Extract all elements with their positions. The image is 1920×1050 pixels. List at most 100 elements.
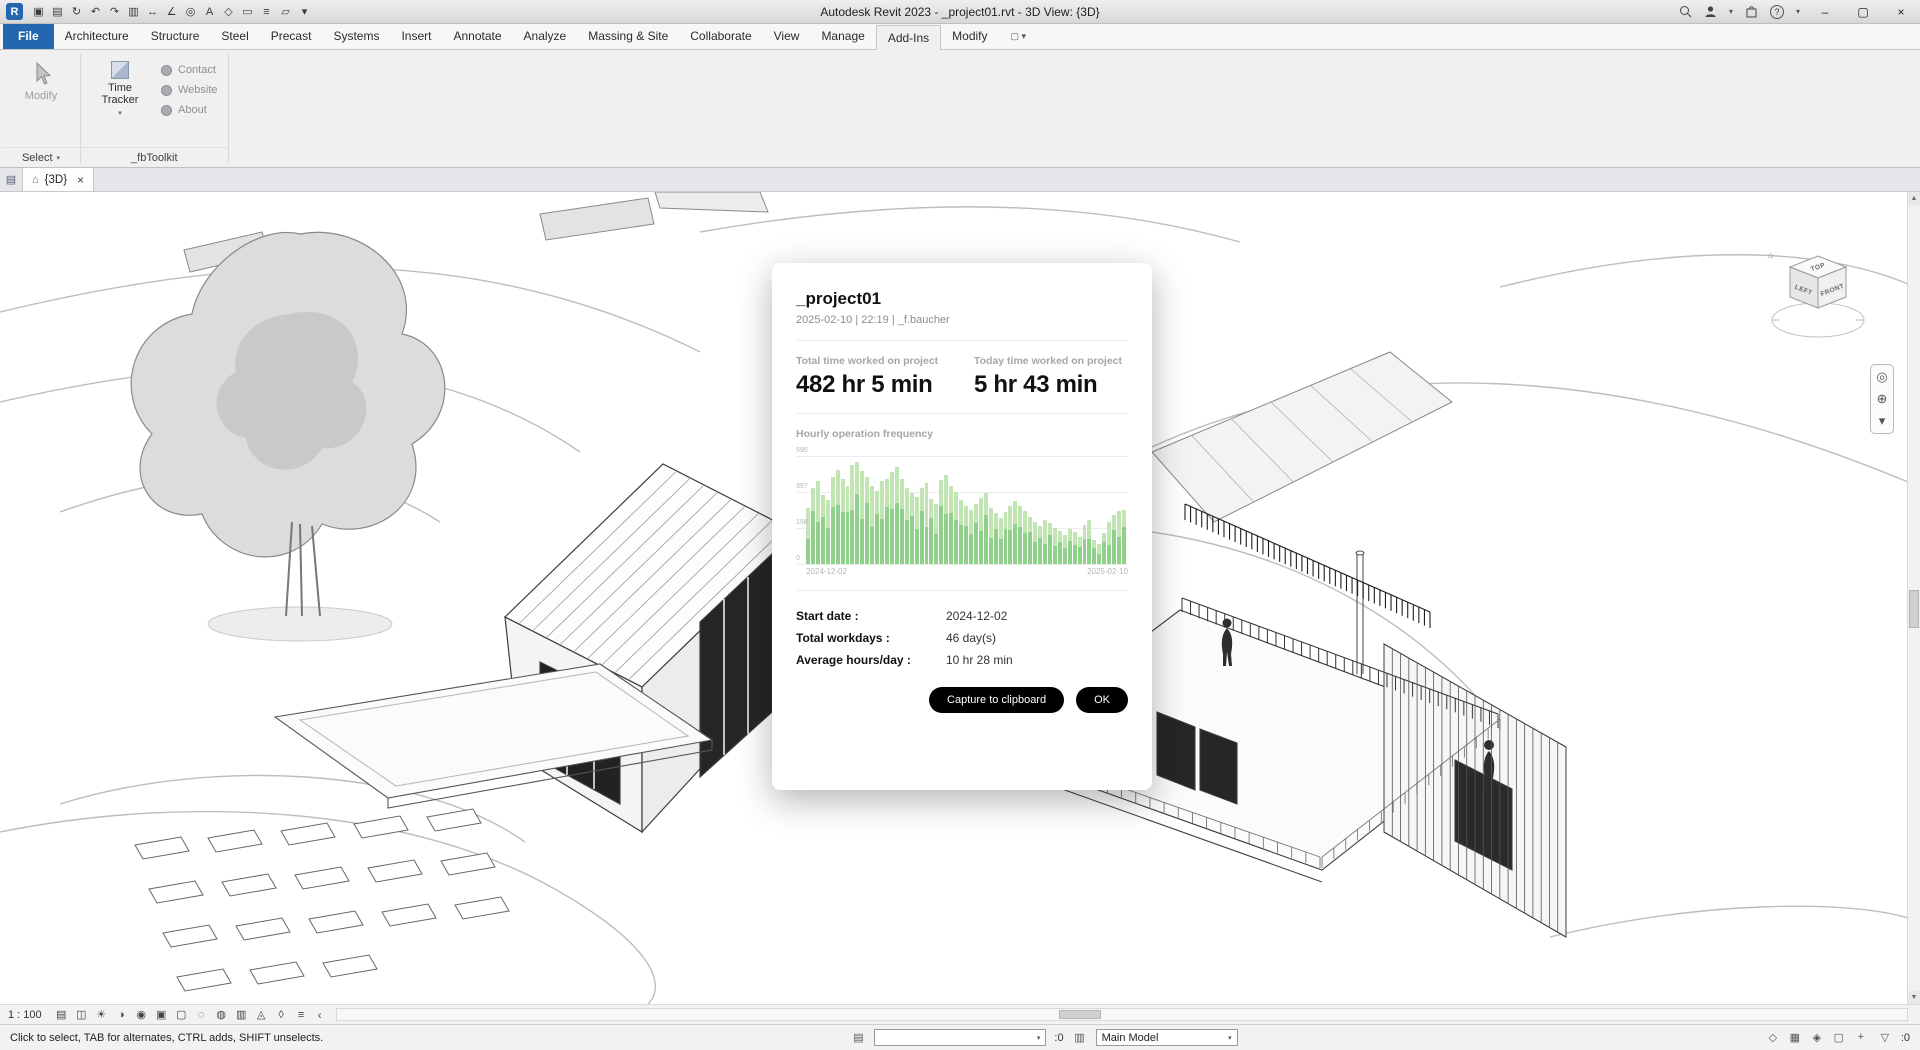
select-elements-by-face-icon[interactable]: ▢ (1831, 1031, 1847, 1044)
maximize-button[interactable]: ▢ (1850, 1, 1876, 23)
customize-qat-icon[interactable]: ▾ (295, 1, 314, 23)
vertical-scrollbar[interactable]: ▲ ▼ (1907, 192, 1920, 1004)
ribbon-tab-view[interactable]: View (763, 24, 811, 49)
design-option-select[interactable]: Main Model ▾ (1096, 1029, 1238, 1046)
account-dropdown-icon[interactable]: ▾ (1729, 7, 1733, 16)
thin-lines-icon[interactable]: ≡ (257, 1, 276, 23)
filter-icon[interactable]: ▽ (1877, 1031, 1893, 1044)
show-crop-region-icon[interactable]: ▢ (173, 1007, 190, 1023)
ribbon-tab-steel[interactable]: Steel (210, 24, 259, 49)
rendering-dialog-icon[interactable]: ◉ (133, 1007, 150, 1023)
redo-icon[interactable]: ↷ (105, 1, 124, 23)
stat-label: Start date : (796, 609, 946, 623)
close-button[interactable]: × (1888, 1, 1914, 23)
temporary-view-properties-icon[interactable]: ▥ (233, 1007, 250, 1023)
horizontal-scroll-thumb[interactable] (1059, 1010, 1101, 1019)
ribbon-tab-collaborate[interactable]: Collaborate (679, 24, 762, 49)
chart-bar-dark (1018, 527, 1022, 564)
select-underlay-elements-icon[interactable]: ▦ (1787, 1031, 1803, 1044)
ribbon-tab-annotate[interactable]: Annotate (442, 24, 512, 49)
drawing-area[interactable]: TOP LEFT FRONT ⌂ ◎⊕▾ _project01 2025-02-… (0, 192, 1920, 1004)
drag-elements-on-selection-icon[interactable]: + (1853, 1031, 1869, 1044)
undo-icon[interactable]: ↶ (86, 1, 105, 23)
scroll-down-icon[interactable]: ▼ (1908, 991, 1920, 1004)
scroll-up-icon[interactable]: ▲ (1908, 192, 1920, 205)
ribbon-tab-analyze[interactable]: Analyze (513, 24, 578, 49)
select-panel-label[interactable]: Select ▾ (2, 147, 80, 167)
reveal-hidden-elements-icon[interactable]: ◍ (213, 1007, 230, 1023)
ok-button[interactable]: OK (1076, 687, 1128, 713)
detail-level-icon[interactable]: ▤ (53, 1007, 70, 1023)
visual-style-icon[interactable]: ◫ (73, 1007, 90, 1023)
ribbon-tab-systems[interactable]: Systems (322, 24, 390, 49)
select-pinned-elements-icon[interactable]: ◈ (1809, 1031, 1825, 1044)
app-store-icon[interactable] (1745, 5, 1758, 18)
print-icon[interactable]: ▥ (124, 1, 143, 23)
ribbon-tab-file[interactable]: File (3, 24, 54, 49)
horizontal-scrollbar[interactable] (336, 1008, 1908, 1021)
view-list-icon[interactable]: ▤ (0, 168, 22, 191)
view-cube[interactable]: TOP LEFT FRONT ⌂ (1766, 246, 1876, 355)
full-navigation-wheel-icon[interactable]: ◎ (1876, 370, 1887, 384)
viewcube-home-icon[interactable]: ⌂ (1768, 250, 1773, 260)
revit-logo[interactable]: R (6, 3, 23, 20)
chart-bar-dark (811, 511, 815, 564)
modify-button-label: Modify (25, 90, 57, 102)
chart-tick-label: 397 (796, 483, 808, 491)
tag-by-category-icon[interactable]: ◎ (181, 1, 200, 23)
ribbon-tab-structure[interactable]: Structure (140, 24, 211, 49)
help-dropdown-icon[interactable]: ▾ (1796, 7, 1800, 16)
sync-with-central-icon[interactable]: ↻ (67, 1, 86, 23)
chart-bar (846, 486, 850, 564)
ribbon-tab-architecture[interactable]: Architecture (54, 24, 140, 49)
close-view-icon[interactable]: × (73, 173, 84, 187)
highlight-displacement-sets-icon[interactable]: ◊ (273, 1007, 290, 1023)
ribbon-tab-modify[interactable]: Modify (941, 24, 998, 49)
active-workset-select[interactable]: ▾ (874, 1029, 1046, 1046)
crop-view-icon[interactable]: ▣ (153, 1007, 170, 1023)
navbar-options-icon[interactable]: ▾ (1879, 414, 1886, 428)
help-icon[interactable]: ? (1770, 5, 1784, 19)
user-account-icon[interactable] (1704, 5, 1717, 18)
text-icon[interactable]: A (200, 1, 219, 23)
fbtoolkit-item-about[interactable]: About (161, 100, 218, 120)
ribbon-display-toggle[interactable]: ▢ ▾ (1005, 24, 1033, 49)
fbtoolkit-item-website[interactable]: Website (161, 80, 218, 100)
ribbon-tab-precast[interactable]: Precast (260, 24, 323, 49)
zoom-icon[interactable]: ⊕ (1877, 392, 1888, 406)
ribbon-tab-add-ins[interactable]: Add-Ins (876, 25, 941, 50)
view-scale-button[interactable]: 1 : 100 (6, 1009, 50, 1021)
ribbon-tab-insert[interactable]: Insert (390, 24, 442, 49)
save-icon[interactable]: ▣ (29, 1, 48, 23)
shadows-icon[interactable]: ◑ (113, 1007, 130, 1023)
capture-to-clipboard-button[interactable]: Capture to clipboard (929, 687, 1064, 713)
switch-windows-icon[interactable]: ▱ (276, 1, 295, 23)
chart-bar-dark (1063, 548, 1067, 564)
sun-path-icon[interactable]: ☀ (93, 1007, 110, 1023)
select-links-icon[interactable]: ◇ (1765, 1031, 1781, 1044)
temporary-hide-isolate-icon[interactable]: ◌ (193, 1007, 210, 1023)
vertical-scroll-thumb[interactable] (1909, 590, 1919, 628)
collapse-icon[interactable]: ‹ (313, 1008, 327, 1022)
time-tracker-button[interactable]: Time Tracker ▾ (91, 58, 149, 120)
reveal-constraints-icon[interactable]: ≡ (293, 1007, 310, 1023)
chart-bar-dark (979, 531, 983, 564)
measure-icon[interactable]: ↔ (143, 1, 162, 23)
worksets-icon[interactable]: ▤ (850, 1031, 866, 1044)
view-tab-3d[interactable]: ⌂ {3D} × (22, 168, 94, 191)
modify-button[interactable]: Modify (12, 58, 70, 105)
ribbon-tab-massing-site[interactable]: Massing & Site (577, 24, 679, 49)
show-analytical-model-icon[interactable]: ◬ (253, 1007, 270, 1023)
fbtoolkit-item-contact[interactable]: Contact (161, 60, 218, 80)
design-options-icon[interactable]: ▥ (1072, 1031, 1088, 1044)
minimize-button[interactable]: – (1812, 1, 1838, 23)
today-time-label: Today time worked on project (974, 355, 1128, 367)
ribbon-tab-manage[interactable]: Manage (810, 24, 875, 49)
open-icon[interactable]: ▤ (48, 1, 67, 23)
section-icon[interactable]: ▭ (238, 1, 257, 23)
search-icon[interactable] (1679, 5, 1692, 18)
tree (131, 232, 445, 641)
aligned-dimension-icon[interactable]: ∠ (162, 1, 181, 23)
default-3d-view-icon[interactable]: ◇ (219, 1, 238, 23)
navigation-bar[interactable]: ◎ ⊕ ▾ (1870, 364, 1894, 434)
